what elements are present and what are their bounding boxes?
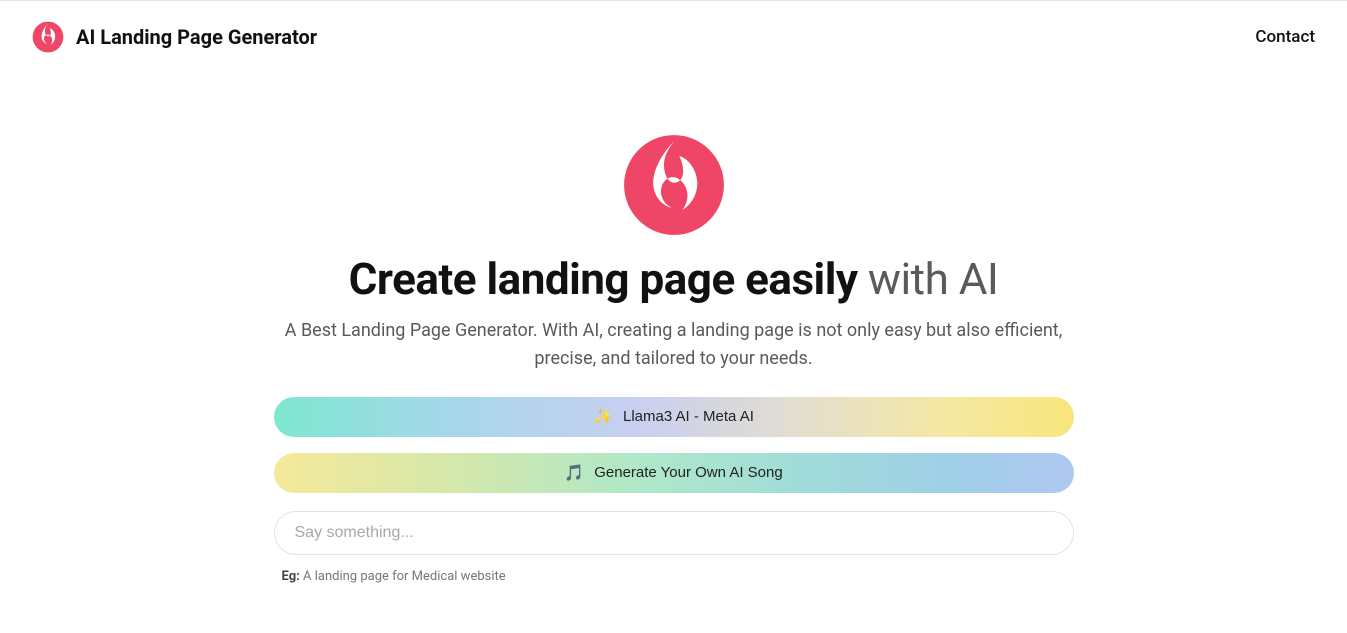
pill-label: Generate Your Own AI Song	[594, 464, 782, 481]
example-prefix: Eg:	[282, 569, 304, 584]
main-content: Create landing page easily with AI A Bes…	[0, 73, 1347, 584]
headline-strong: Create landing page easily	[349, 253, 858, 305]
brand[interactable]: AI Landing Page Generator	[32, 21, 317, 53]
page-headline: Create landing page easily with AI	[349, 253, 999, 305]
brand-logo-icon	[32, 21, 64, 53]
input-row	[274, 511, 1074, 555]
example-text: A landing page for Medical website	[303, 569, 506, 584]
page-subtitle: A Best Landing Page Generator. With AI, …	[274, 317, 1074, 373]
promo-pill-ai-song[interactable]: 🎵 Generate Your Own AI Song	[274, 453, 1074, 493]
sparkles-icon: ✨	[593, 407, 613, 427]
example-hint: Eg: A landing page for Medical website	[274, 569, 1074, 584]
header: AI Landing Page Generator Contact	[0, 0, 1347, 73]
hero-logo-icon	[622, 133, 726, 237]
pill-label: Llama3 AI - Meta AI	[623, 408, 754, 425]
prompt-input[interactable]	[274, 511, 1074, 555]
headline-light: with AI	[858, 253, 999, 305]
promo-pill-llama3[interactable]: ✨ Llama3 AI - Meta AI	[274, 397, 1074, 437]
music-icon: 🎵	[564, 463, 584, 483]
contact-link[interactable]: Contact	[1255, 27, 1315, 47]
brand-title: AI Landing Page Generator	[76, 25, 317, 49]
promo-pills: ✨ Llama3 AI - Meta AI 🎵 Generate Your Ow…	[274, 397, 1074, 493]
